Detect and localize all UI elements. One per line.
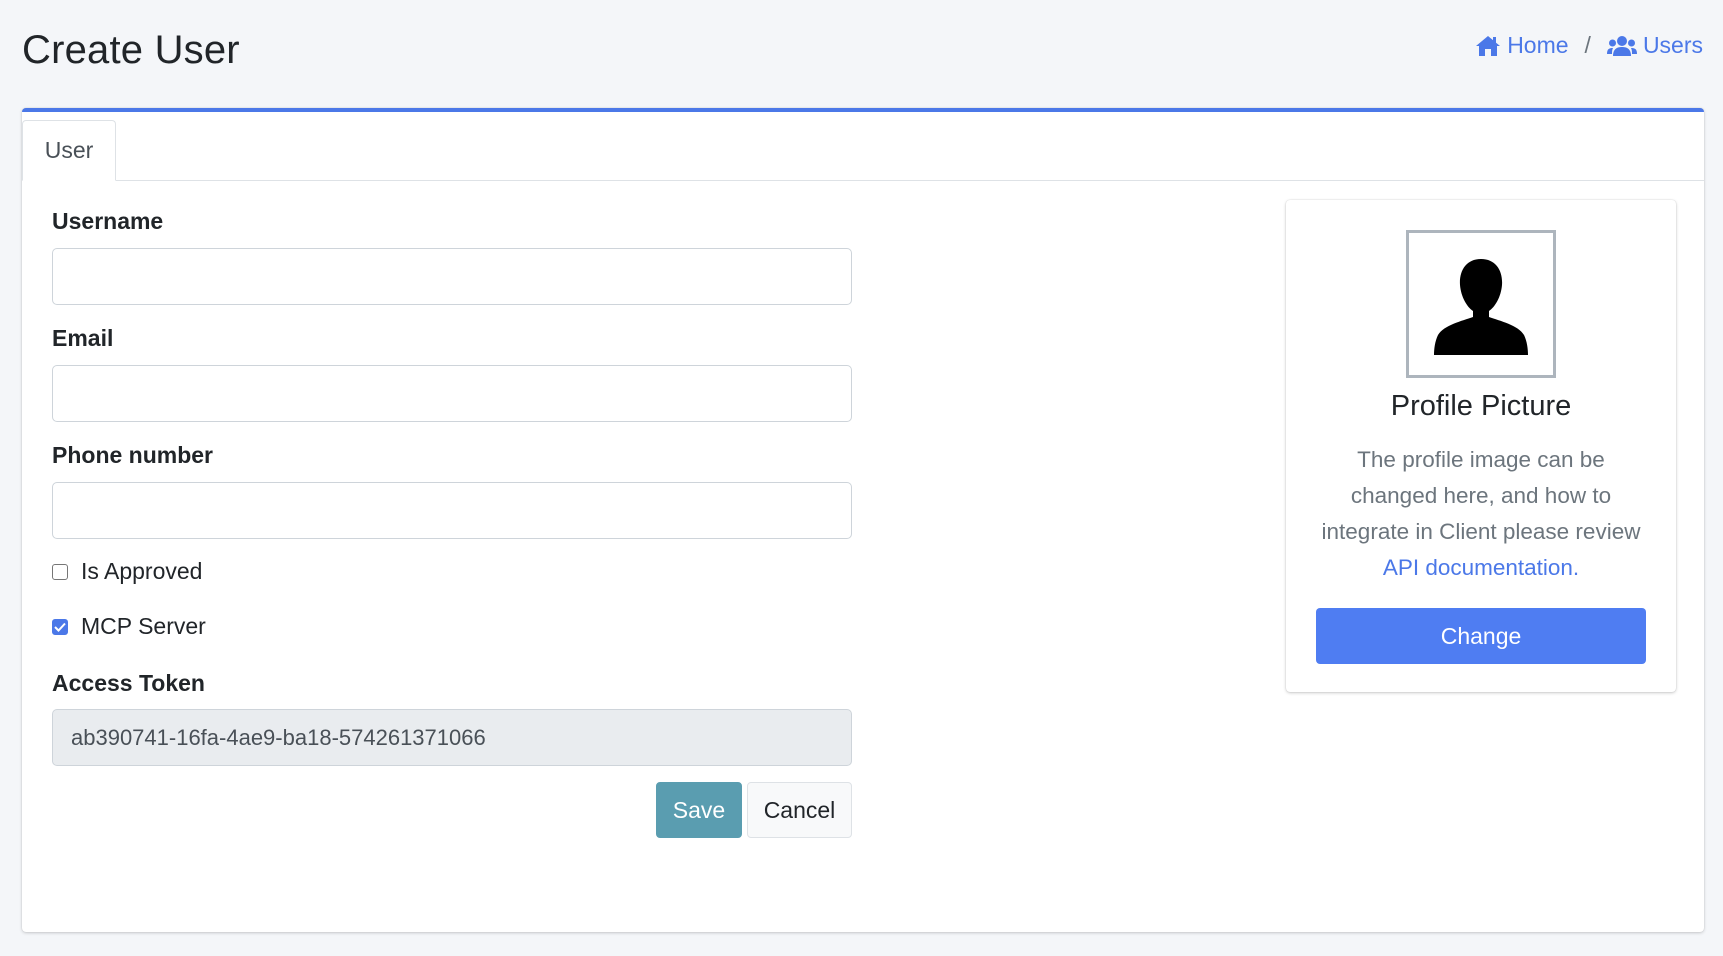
breadcrumb: Home / Users: [1475, 32, 1703, 59]
breadcrumb-separator: /: [1584, 32, 1591, 58]
is-approved-row: Is Approved: [52, 558, 202, 585]
breadcrumb-users-label: Users: [1642, 32, 1703, 58]
mcp-server-row: MCP Server: [52, 613, 206, 640]
is-approved-checkbox[interactable]: [52, 563, 68, 580]
phone-input[interactable]: [52, 482, 852, 539]
email-label: Email: [52, 325, 114, 351]
api-documentation-link[interactable]: API documentation.: [1383, 555, 1579, 580]
tab-user[interactable]: User: [22, 120, 116, 181]
phone-label: Phone number: [52, 442, 214, 468]
mcp-server-checkbox[interactable]: [52, 618, 68, 635]
profile-description-text: The profile image can be changed here, a…: [1321, 447, 1641, 544]
tab-bar: User: [22, 112, 1704, 181]
page-title: Create User: [22, 28, 240, 72]
page-header: Create User Home / Users: [22, 24, 1703, 74]
users-icon: [1606, 35, 1637, 56]
change-picture-button[interactable]: Change: [1316, 608, 1646, 664]
breadcrumb-home[interactable]: Home: [1475, 32, 1569, 59]
profile-picture-card: Profile Picture The profile image can be…: [1286, 200, 1676, 692]
breadcrumb-users[interactable]: Users: [1606, 32, 1703, 59]
username-label: Username: [52, 208, 164, 234]
cancel-button[interactable]: Cancel: [747, 782, 852, 838]
user-silhouette-icon: [1434, 259, 1528, 355]
mcp-server-label: MCP Server: [81, 613, 206, 639]
home-icon: [1476, 35, 1501, 56]
is-approved-label: Is Approved: [81, 558, 203, 584]
email-input[interactable]: [52, 365, 852, 422]
checkmark-icon: [54, 622, 66, 632]
user-card: User Username Email Phone number Is Appr…: [22, 108, 1704, 932]
access-token-label: Access Token: [52, 670, 205, 696]
access-token-input[interactable]: [52, 709, 852, 766]
username-input[interactable]: [52, 248, 852, 305]
profile-title: Profile Picture: [1390, 390, 1572, 422]
avatar[interactable]: [1406, 230, 1556, 378]
breadcrumb-home-label: Home: [1507, 32, 1569, 58]
save-button[interactable]: Save: [656, 782, 742, 838]
profile-description: The profile image can be changed here, a…: [1316, 442, 1646, 586]
